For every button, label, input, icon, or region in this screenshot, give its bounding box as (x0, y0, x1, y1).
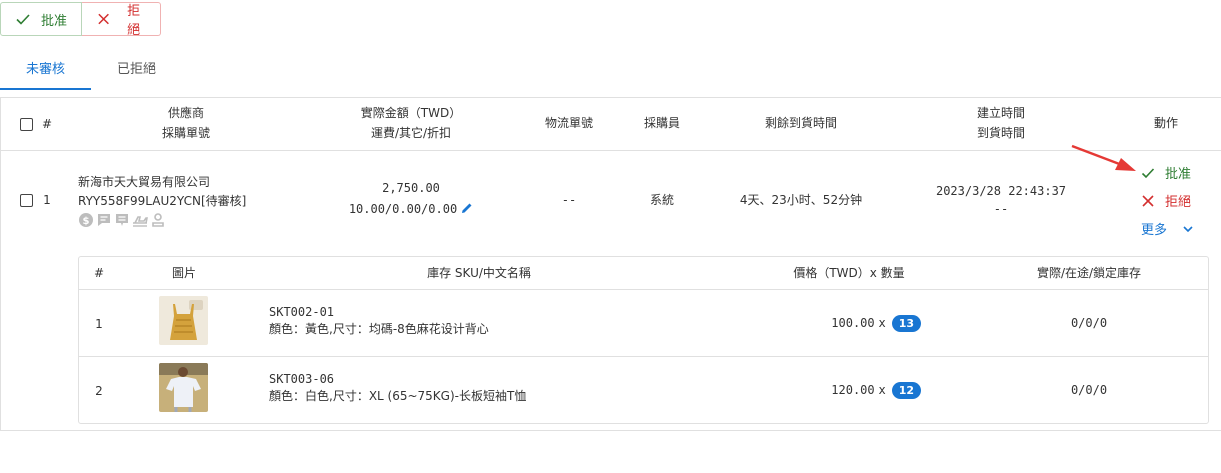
item-qty-badge: 13 (891, 315, 921, 332)
bulk-reject-button[interactable]: 拒絕 (82, 2, 161, 37)
buyer: 系統 (649, 193, 674, 207)
chevron-down-icon (1183, 225, 1193, 232)
tank-top-image (159, 296, 208, 345)
tshirt-image (159, 363, 208, 412)
header-time: 建立時間 到貨時間 (976, 106, 1025, 140)
check-icon (16, 14, 30, 25)
item-header-index: # (93, 266, 105, 280)
tab-rejected[interactable]: 已拒絕 (91, 46, 182, 90)
fees-value: 10.00/0.00/0.00 (348, 202, 458, 216)
item-qty-badge: 12 (891, 382, 921, 399)
header-tracking: 物流單號 (544, 116, 593, 130)
row-checkbox[interactable] (20, 194, 33, 207)
tab-pending[interactable]: 未審核 (0, 46, 91, 90)
check-icon (1141, 167, 1155, 178)
item-times: x (878, 316, 886, 330)
amount: 2,750.00 (382, 181, 440, 195)
item-header-stock: 實際/在途/鎖定庫存 (1036, 266, 1142, 280)
table-row: 1 新海市天大貿易有限公司 RYY558F99LAU2YCN[待審核] $ 2,… (0, 151, 1221, 431)
item-sku: SKT002-01 (269, 305, 335, 319)
fees: 10.00/0.00/0.00 (331, 199, 491, 219)
item-price: 100.00 (831, 316, 875, 330)
row-reject-label: 拒絕 (1165, 195, 1192, 210)
item-index: 1 (95, 317, 103, 331)
item-table: # 圖片 庫存 SKU/中文名稱 價格（TWD）x 數量 實際/在途/鎖定庫存 … (78, 256, 1209, 424)
row-approve-button[interactable]: 批准 (1141, 163, 1191, 182)
item-price-qty: 100.00 x 13 (779, 313, 921, 333)
item-header-sku: 庫存 SKU/中文名稱 (427, 266, 531, 280)
item-stock: 0/0/0 (1070, 316, 1108, 330)
arrival-time: -- (993, 202, 1009, 216)
edit-icon[interactable] (461, 202, 473, 214)
supplier-icons: $ (78, 212, 246, 228)
remaining-time: 4天、23小时、52分钟 (739, 193, 863, 207)
item-header-price-qty: 價格（TWD）x 數量 (793, 266, 905, 280)
order-number-line: RYY558F99LAU2YCN[待審核] (78, 192, 246, 211)
svg-text:$: $ (83, 216, 90, 227)
item-sku-info: SKT003-06 顏色：白色,尺寸：XL (65~75KG)-长板短袖T恤 (269, 371, 526, 405)
row-index: 1 (43, 193, 51, 207)
row-more-label: 更多 (1141, 223, 1168, 238)
bulk-approve-button[interactable]: 批准 (0, 2, 82, 36)
product-image[interactable] (159, 296, 208, 345)
supplier-name: 新海市天大貿易有限公司 (78, 175, 211, 189)
order-status: [待審核] (200, 194, 247, 208)
bulk-reject-label: 拒絕 (127, 3, 141, 37)
item-stock: 0/0/0 (1070, 383, 1108, 397)
order-number: RYY558F99LAU2YCN (78, 194, 201, 208)
item-sku: SKT003-06 (269, 372, 335, 386)
item-times: x (878, 383, 886, 397)
select-all-checkbox[interactable] (20, 118, 33, 131)
user-icon[interactable] (150, 212, 166, 228)
dollar-icon[interactable]: $ (78, 212, 94, 228)
bulk-actions: 批准 拒絕 (0, 2, 161, 37)
item-sku-info: SKT002-01 顏色：黃色,尺寸：均碼-8色麻花设计背心 (269, 304, 489, 338)
item-name: 顏色：白色,尺寸：XL (65~75KG)-长板短袖T恤 (269, 389, 527, 403)
row-approve-label: 批准 (1165, 167, 1192, 182)
bulk-approve-label: 批准 (41, 12, 68, 28)
item-header-image: 圖片 (171, 266, 196, 280)
item-price: 120.00 (831, 383, 875, 397)
item-price-qty: 120.00 x 12 (779, 380, 921, 400)
header-supplier: 供應商 採購單號 (161, 106, 210, 140)
row-reject-button[interactable]: 拒絕 (1141, 191, 1191, 210)
header-index: # (41, 117, 53, 131)
created-time: 2023/3/28 22:43:37 (935, 184, 1067, 198)
supplier-info: 新海市天大貿易有限公司 RYY558F99LAU2YCN[待審核] $ (78, 173, 246, 228)
item-name: 顏色：黃色,尺寸：均碼-8色麻花设计背心 (269, 322, 489, 336)
item-index: 2 (95, 384, 103, 398)
header-buyer: 採購員 (643, 116, 680, 130)
item-table-header: # 圖片 庫存 SKU/中文名稱 價格（TWD）x 數量 實際/在途/鎖定庫存 (79, 257, 1208, 290)
flight-icon[interactable] (132, 212, 148, 228)
row-more-button[interactable]: 更多 (1141, 219, 1195, 238)
status-tabs: 未審核 已拒絕 (0, 46, 182, 90)
close-icon (98, 13, 109, 25)
item-row: 1 SKT002-01 顏色：黃色,尺寸：均碼-8色麻花设计背心 100.00 … (79, 290, 1208, 357)
table-header: # 供應商 採購單號 實際金額（TWD） 運費/其它/折扣 物流單號 採購員 剩… (0, 98, 1221, 151)
header-action: 動作 (1153, 116, 1178, 130)
close-icon (1142, 194, 1154, 207)
header-amount: 實際金額（TWD） 運費/其它/折扣 (360, 106, 462, 140)
message-icon[interactable] (96, 212, 112, 228)
product-image[interactable] (159, 363, 208, 412)
header-remaining: 剩餘到貨時間 (764, 116, 837, 130)
tracking-number: -- (561, 193, 577, 207)
item-row: 2 SKT003-06 顏色：白色,尺寸：XL (65~75KG)-长板短袖T恤… (79, 357, 1208, 424)
note-icon[interactable] (114, 212, 130, 228)
